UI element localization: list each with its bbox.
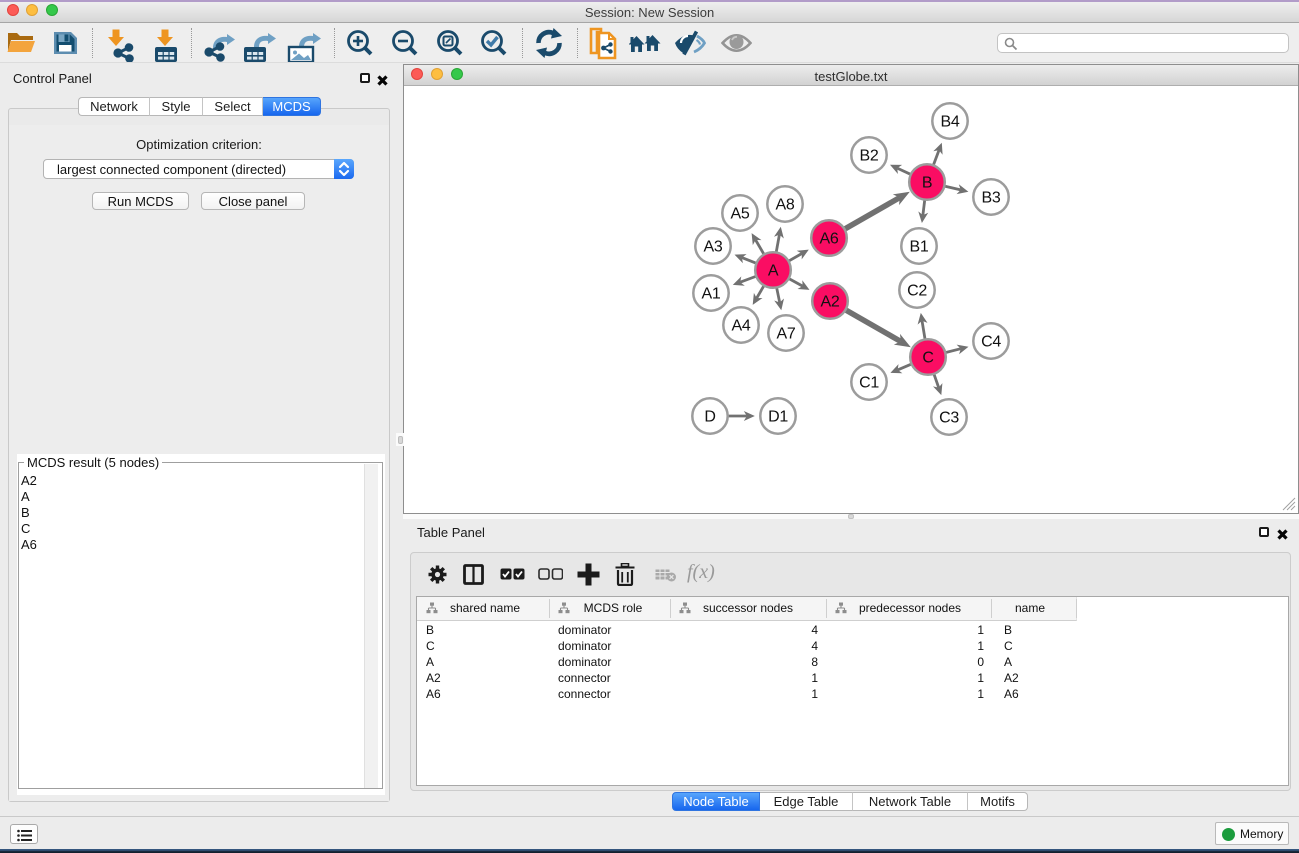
svg-text:A6: A6 [820, 231, 839, 248]
svg-text:A4: A4 [732, 318, 751, 335]
svg-text:C2: C2 [907, 283, 927, 300]
svg-text:A8: A8 [776, 197, 795, 214]
svg-text:B1: B1 [910, 239, 929, 256]
svg-text:B3: B3 [982, 190, 1001, 207]
svg-text:C1: C1 [859, 375, 879, 392]
svg-text:A3: A3 [704, 239, 723, 256]
svg-text:A7: A7 [777, 326, 796, 343]
svg-text:B2: B2 [860, 148, 879, 165]
svg-text:C: C [922, 350, 933, 367]
svg-text:D: D [704, 409, 715, 426]
svg-text:A1: A1 [702, 286, 721, 303]
svg-text:C4: C4 [981, 334, 1001, 351]
svg-text:A2: A2 [821, 294, 840, 311]
svg-text:A: A [768, 263, 779, 280]
svg-text:B: B [922, 175, 932, 192]
svg-text:C3: C3 [939, 410, 959, 427]
svg-text:B4: B4 [941, 114, 960, 131]
svg-text:D1: D1 [768, 409, 788, 426]
svg-text:A5: A5 [731, 206, 750, 223]
